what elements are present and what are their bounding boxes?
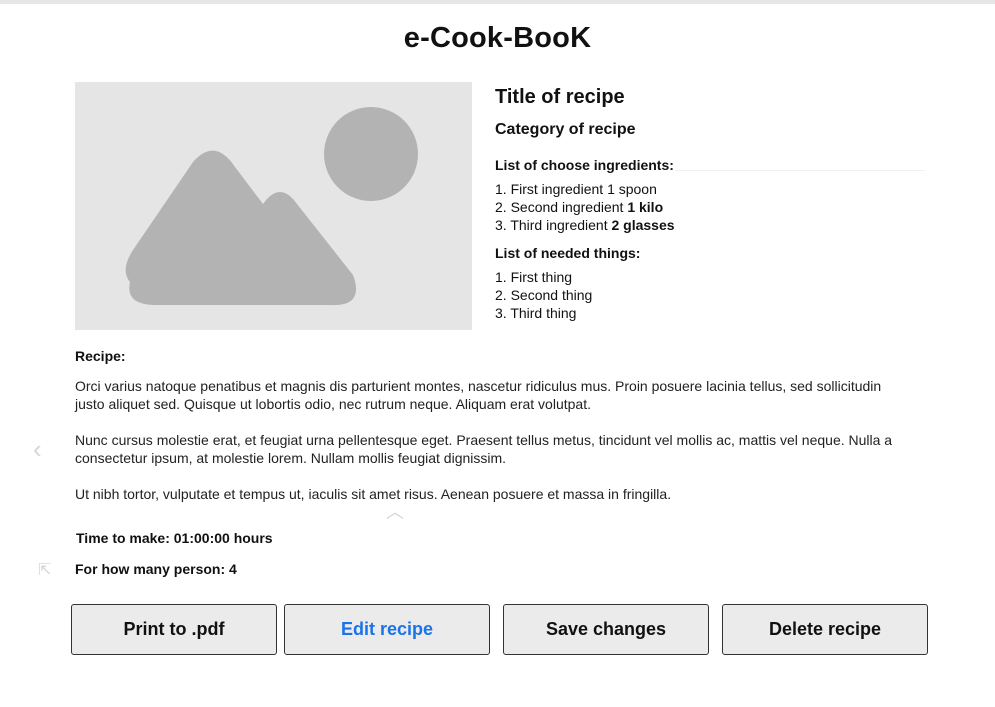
- recipe-title: Title of recipe: [495, 86, 625, 108]
- list-item: 1. First ingredient 1 spoon: [495, 180, 925, 198]
- list-item: 2. Second thing: [495, 287, 593, 303]
- app-title: e-Cook-BooK: [403, 22, 592, 54]
- ingredient-amount: 1 kilo: [627, 199, 664, 215]
- arrow-up-left-icon: ⇱: [38, 562, 52, 579]
- ingredient-name: 3. Third ingredient: [495, 217, 612, 233]
- recipe-instructions: Orci varius natoque penatibus et magnis …: [75, 377, 905, 521]
- things-heading: List of needed things:: [495, 245, 641, 261]
- list-item: 3. Third thing: [495, 305, 577, 321]
- save-changes-button[interactable]: Save changes: [503, 604, 709, 655]
- list-item: 1. First thing: [495, 269, 573, 285]
- chevron-up-icon: ︿: [386, 502, 404, 522]
- list-item: 3. Third ingredient 2 glasses: [495, 216, 925, 234]
- ingredient-name: 2. Second ingredient: [495, 199, 628, 215]
- list-item: 2. Second ingredient 1 kilo: [495, 198, 925, 216]
- instruction-paragraph: Ut nibh tortor, vulputate et tempus ut, …: [75, 486, 672, 502]
- instruction-paragraph: Nunc cursus molestie erat, et feugiat ur…: [75, 432, 893, 466]
- edit-recipe-button[interactable]: Edit recipe: [284, 604, 490, 655]
- recipe-info: Title of recipe Category of recipe List …: [495, 84, 925, 322]
- ingredient-amount: 1 spoon: [607, 181, 657, 197]
- things-list: 1. First thing 2. Second thing 3. Third …: [495, 268, 925, 322]
- instruction-paragraph: Orci varius natoque penatibus et magnis …: [75, 378, 882, 412]
- top-divider: [0, 0, 995, 4]
- delete-recipe-button[interactable]: Delete recipe: [722, 604, 928, 655]
- print-pdf-button[interactable]: Print to .pdf: [71, 604, 277, 655]
- recipe-image: [75, 82, 472, 330]
- ingredients-heading: List of choose ingredients:: [495, 156, 925, 174]
- servings: For how many person: 4: [75, 561, 237, 577]
- image-placeholder-icon: [125, 107, 418, 306]
- ingredients-list: 1. First ingredient 1 spoon 2. Second in…: [495, 180, 925, 234]
- ingredient-amount: 2 glasses: [611, 217, 675, 233]
- time-to-make: Time to make: 01:00:00 hours: [76, 530, 273, 546]
- recipe-category: Category of recipe: [495, 121, 636, 138]
- ingredient-name: 1. First ingredient: [495, 181, 608, 197]
- recipe-label: Recipe:: [75, 348, 126, 364]
- chevron-left-icon: ‹: [33, 434, 42, 464]
